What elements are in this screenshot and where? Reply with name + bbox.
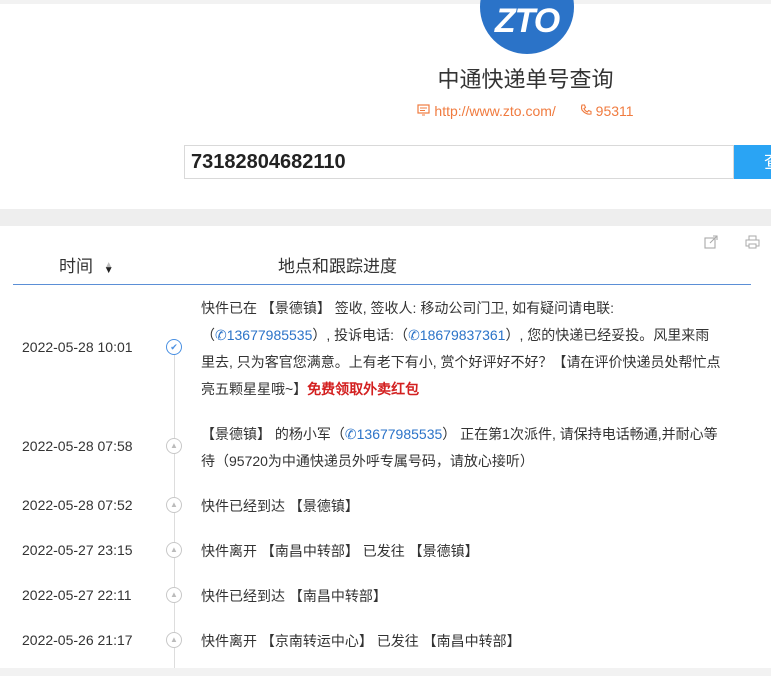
chevron-up-icon: ▲ [166,542,182,558]
record-text: ）, 您的快递已经妥投。风里来雨 [505,327,710,343]
complaint-phone-link[interactable]: ✆18679837361 [408,327,505,343]
record-text: 【景德镇】 的杨小军（ [201,426,345,442]
tracking-search-box [184,145,734,179]
section-divider [0,209,771,226]
logo-text: ZTO [494,2,560,40]
phone-number: 13677985535 [226,327,313,343]
record-line: （✆13677985535）, 投诉电话:（✆18679837361）, 您的快… [201,322,751,349]
record-time: 2022-05-28 07:52 [22,497,133,513]
record-description: 【景德镇】 的杨小军（✆13677985535） 正在第1次派件, 请保持电话畅… [201,421,751,475]
check-icon: ✔ [166,339,182,355]
phone-link[interactable]: 95311 [580,103,634,119]
record-description: 快件离开 【京南转运中心】 已发往 【南昌中转部】 [201,633,521,649]
share-icon[interactable] [704,235,719,252]
phone-text: 95311 [595,103,634,119]
record-line: 里去, 只为客官您满意。上有老下有小, 赏个好评好不好？【请在评价快递员处帮忙点 [201,354,721,370]
record-time: 2022-05-27 23:15 [22,542,133,558]
promo-link[interactable]: 免费领取外卖红包 [307,381,419,397]
website-text: http://www.zto.com/ [434,103,556,119]
time-header-label: 时间 [59,257,93,276]
record-line: 快件已在 【景德镇】 签收, 签收人: 移动公司门卫, 如有疑问请电联: [201,300,615,316]
tracking-number-input[interactable] [185,146,733,178]
record-description: 快件已经到达 【景德镇】 [201,498,359,514]
time-column-header[interactable]: 时间 ▲ ▼ [59,252,114,277]
courier-phone-link[interactable]: ✆13677985535 [345,426,442,442]
zto-logo: ZTO [480,0,574,54]
phone-icon: ✆ [344,426,357,442]
web-icon [417,103,431,119]
website-link[interactable]: http://www.zto.com/ [417,103,556,119]
record-line: 亮五颗星星哦~】免费领取外卖红包 [201,376,751,403]
record-time: 2022-05-26 21:17 [22,632,133,648]
record-time: 2022-05-28 10:01 [22,339,133,355]
record-description: 快件离开 【南昌中转部】 已发往 【景德镇】 [201,543,479,559]
record-text: ）, 投诉电话:（ [312,327,409,343]
phone-number: 18679837361 [419,327,506,343]
page-title: 中通快递单号查询 [437,67,614,92]
chevron-up-icon: ▲ [166,587,182,603]
sort-icon[interactable]: ▲ ▼ [104,260,114,275]
chevron-up-icon: ▲ [166,438,182,454]
record-text: （ [201,327,215,343]
phone-icon: ✆ [408,327,420,343]
search-button[interactable]: 查 [734,145,771,179]
contact-links: http://www.zto.com/ 95311 [0,103,771,119]
progress-column-header: 地点和跟踪进度 [278,257,397,276]
chevron-up-icon: ▲ [166,632,182,648]
record-line: 【景德镇】 的杨小军（✆13677985535） 正在第1次派件, 请保持电话畅… [201,421,751,448]
record-time: 2022-05-27 22:11 [22,587,132,603]
record-text: 亮五颗星星哦~】 [201,381,308,397]
record-line: 待（95720为中通快递员外呼专属号码，请放心接听） [201,453,534,469]
phone-icon: ✆ [215,327,227,343]
record-text: ） 正在第1次派件, 请保持电话畅通,并耐心等 [442,426,718,442]
courier-phone-link[interactable]: ✆13677985535 [215,327,312,343]
record-time: 2022-05-28 07:58 [22,438,133,454]
top-strip [0,0,771,4]
header-underline [13,284,751,285]
phone-number: 13677985535 [356,426,443,442]
print-icon[interactable] [745,235,760,252]
chevron-up-icon: ▲ [166,497,182,513]
record-description: 快件已在 【景德镇】 签收, 签收人: 移动公司门卫, 如有疑问请电联: （✆1… [201,295,751,403]
bottom-band [0,668,771,676]
record-description: 快件已经到达 【南昌中转部】 [201,588,387,604]
phone-icon [580,103,592,119]
